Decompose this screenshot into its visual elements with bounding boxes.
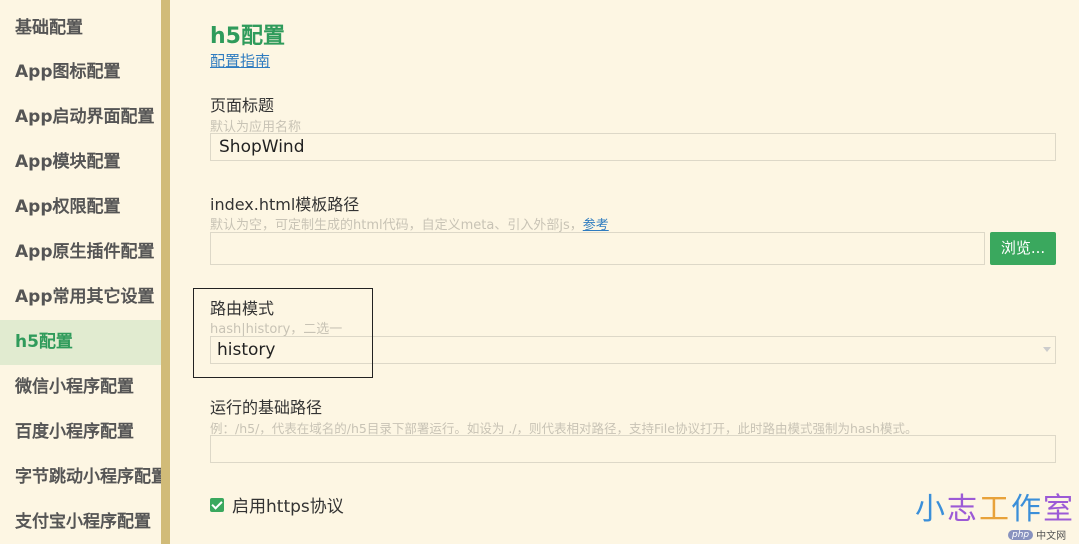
https-checkbox-row[interactable]: 启用https协议	[210, 492, 344, 517]
watermark-char: 作	[1011, 492, 1041, 527]
base-path-input[interactable]	[210, 435, 1056, 463]
https-checkbox[interactable]	[210, 497, 224, 512]
template-reference-link[interactable]: 参考	[583, 218, 609, 233]
sidebar-item-basic[interactable]: 基础配置	[0, 0, 161, 50]
template-path-hint: 默认为空，可定制生成的html代码，自定义meta、引入外部js，参考	[210, 214, 609, 233]
php-logo-icon: php	[1008, 529, 1034, 540]
sidebar-item-wechat-miniprogram[interactable]: 微信小程序配置	[0, 365, 161, 410]
php-site-badge: php 中文网	[1008, 527, 1066, 542]
chevron-down-icon	[1043, 347, 1051, 352]
sidebar-item-app-other-settings[interactable]: App常用其它设置	[0, 275, 161, 320]
watermark-char: 室	[1043, 492, 1073, 527]
config-guide-link[interactable]: 配置指南	[210, 50, 270, 71]
https-checkbox-label: 启用https协议	[232, 497, 344, 517]
sidebar-divider	[161, 0, 170, 544]
sidebar-item-app-icon[interactable]: App图标配置	[0, 50, 161, 95]
browse-button[interactable]: 浏览...	[990, 232, 1056, 265]
template-path-label: index.html模板路径	[210, 195, 360, 214]
sidebar-item-alipay-miniprogram[interactable]: 支付宝小程序配置	[0, 500, 161, 544]
sidebar-item-app-native-plugins[interactable]: App原生插件配置	[0, 230, 161, 275]
sidebar-item-app-modules[interactable]: App模块配置	[0, 140, 161, 185]
sidebar-item-app-permissions[interactable]: App权限配置	[0, 185, 161, 230]
watermark-char: 工	[979, 492, 1009, 527]
sidebar-item-bytedance-miniprogram[interactable]: 字节跳动小程序配置	[0, 455, 161, 500]
watermark-char: 志	[947, 492, 977, 527]
template-path-input[interactable]	[210, 232, 985, 265]
sidebar-item-app-splash[interactable]: App启动界面配置	[0, 95, 161, 140]
sidebar: 基础配置 App图标配置 App启动界面配置 App模块配置 App权限配置 A…	[0, 0, 161, 544]
watermark-logo: 小 志 工 作 室	[915, 493, 1073, 527]
template-path-hint-text: 默认为空，可定制生成的html代码，自定义meta、引入外部js，	[210, 218, 583, 233]
php-site-text: 中文网	[1036, 531, 1067, 542]
base-path-label: 运行的基础路径	[210, 398, 323, 417]
sidebar-item-baidu-miniprogram[interactable]: 百度小程序配置	[0, 410, 161, 455]
page-title-label: 页面标题	[210, 96, 275, 115]
sidebar-item-h5[interactable]: h5配置	[0, 320, 161, 365]
watermark-char: 小	[915, 492, 945, 527]
page-title: h5配置	[210, 24, 285, 49]
page-title-input[interactable]: ShopWind	[210, 133, 1056, 161]
annotation-highlight-box	[193, 288, 373, 378]
